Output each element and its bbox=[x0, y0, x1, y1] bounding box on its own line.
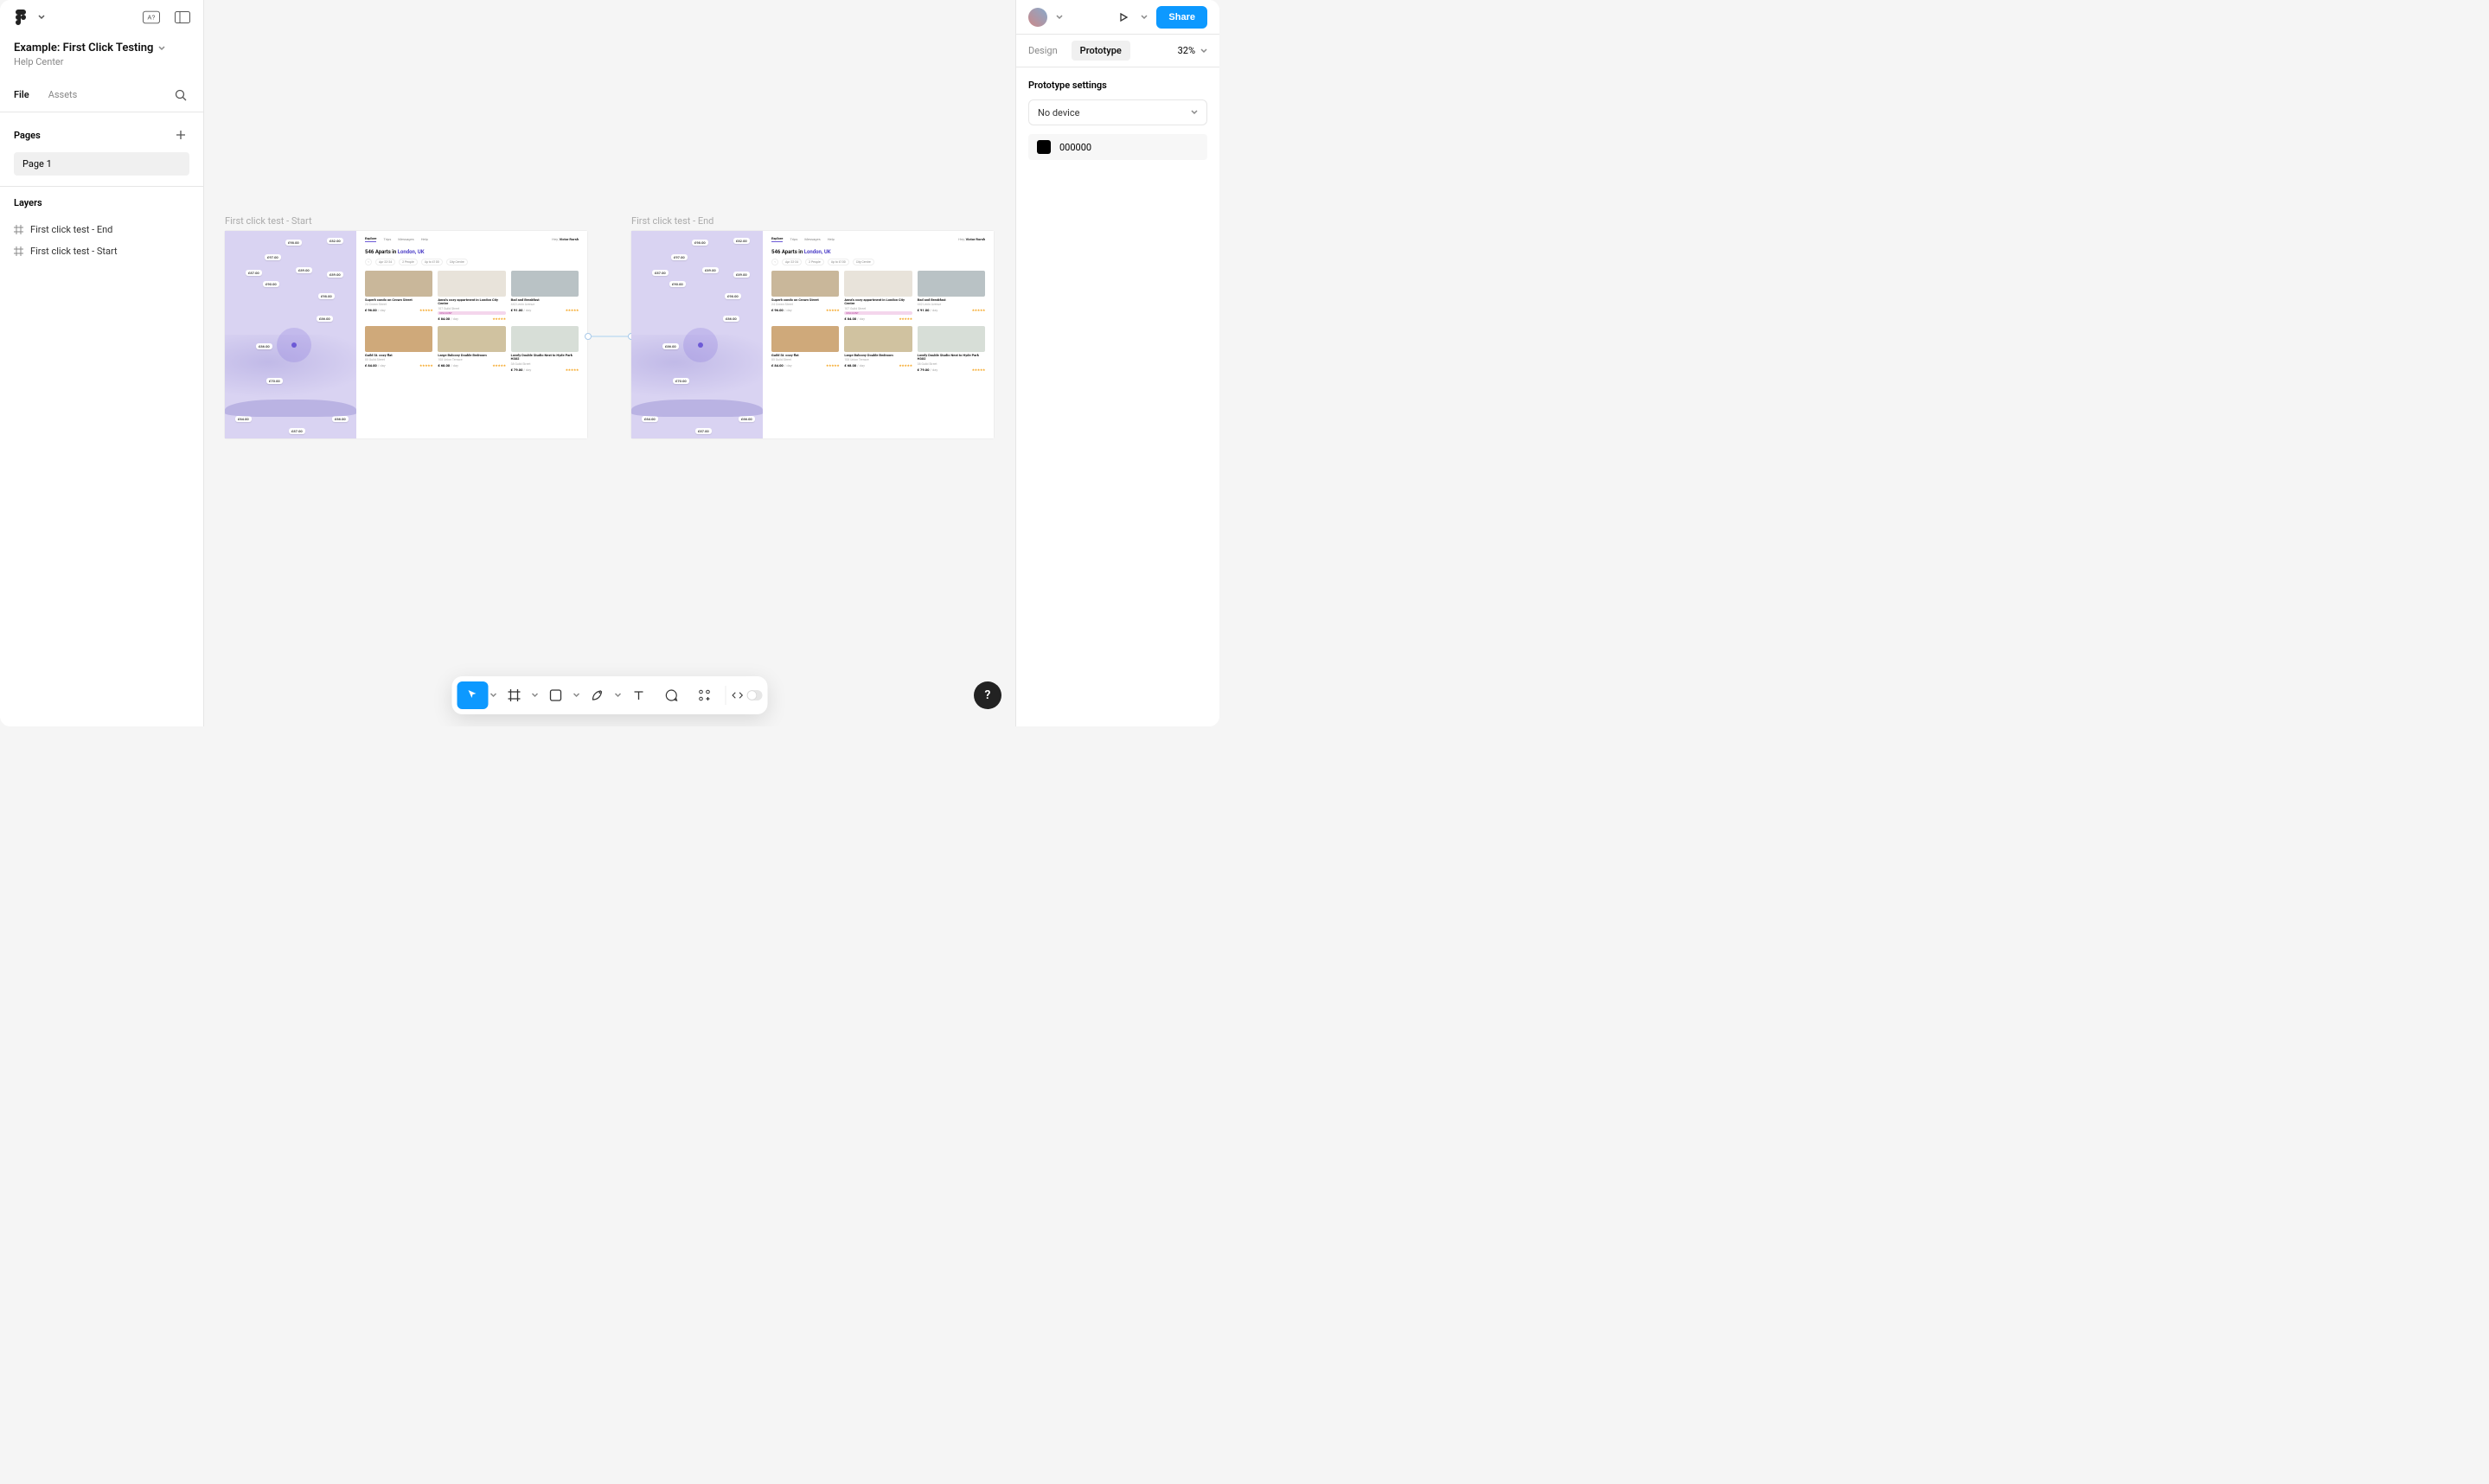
pen-tool-caret-icon[interactable] bbox=[615, 692, 622, 699]
user-avatar-icon[interactable] bbox=[1028, 8, 1047, 27]
add-page-icon[interactable] bbox=[172, 126, 189, 144]
prototype-settings-heading: Prototype settings bbox=[1016, 67, 1219, 99]
device-select[interactable]: No device bbox=[1028, 99, 1207, 125]
color-swatch-icon bbox=[1037, 140, 1051, 154]
booking-ui: £98.00£97.00£87.00£89.00£90.00£89.00£98.… bbox=[225, 231, 587, 438]
frame-label[interactable]: First click test - End bbox=[631, 215, 713, 227]
tab-assets[interactable]: Assets bbox=[48, 89, 78, 100]
file-subtitle[interactable]: Help Center bbox=[0, 56, 203, 78]
frame-tool[interactable] bbox=[499, 681, 530, 709]
layer-label: First click test - Start bbox=[30, 246, 118, 257]
frame-tool-caret-icon[interactable] bbox=[532, 692, 539, 699]
shape-tool[interactable] bbox=[541, 681, 572, 709]
booking-ui: £98.00£97.00£87.00£89.00£90.00£89.00£98.… bbox=[631, 231, 994, 438]
svg-text:A?: A? bbox=[148, 14, 156, 22]
left-panel: A? Example: First Click Testing Help Cen… bbox=[0, 0, 204, 726]
frame-start[interactable]: First click test - Start £98.00£97.00£87… bbox=[225, 231, 587, 438]
file-title-caret-icon[interactable] bbox=[158, 45, 165, 52]
actions-tool[interactable] bbox=[689, 681, 720, 709]
avatar-caret-icon[interactable] bbox=[1056, 14, 1063, 21]
tab-prototype[interactable]: Prototype bbox=[1072, 41, 1130, 61]
present-caret-icon[interactable] bbox=[1141, 14, 1148, 21]
zoom-caret-icon[interactable] bbox=[1200, 48, 1207, 54]
frame-icon bbox=[14, 246, 23, 256]
move-tool-caret-icon[interactable] bbox=[490, 692, 497, 699]
dev-mode-toggle[interactable] bbox=[732, 681, 763, 709]
shape-tool-caret-icon[interactable] bbox=[573, 692, 580, 699]
tab-design[interactable]: Design bbox=[1028, 45, 1058, 56]
comment-tool[interactable] bbox=[656, 681, 688, 709]
file-title[interactable]: Example: First Click Testing bbox=[14, 42, 153, 54]
layers-heading: Layers bbox=[14, 197, 189, 219]
device-value: No device bbox=[1038, 107, 1079, 118]
right-panel: Share Design Prototype 32% Prototype set… bbox=[1015, 0, 1219, 726]
ai-icon[interactable]: A? bbox=[143, 9, 160, 26]
background-color-field[interactable]: 000000 bbox=[1028, 134, 1207, 160]
search-icon[interactable] bbox=[172, 86, 189, 104]
figma-logo-icon[interactable] bbox=[12, 9, 29, 26]
main-menu-caret-icon[interactable] bbox=[33, 9, 50, 26]
text-tool[interactable] bbox=[624, 681, 655, 709]
sidebar-toggle-icon[interactable] bbox=[174, 9, 191, 26]
frame-end[interactable]: First click test - End £98.00£97.00£87.0… bbox=[631, 231, 994, 438]
pages-heading[interactable]: Pages bbox=[14, 130, 41, 141]
layer-label: First click test - End bbox=[30, 224, 112, 235]
layer-row[interactable]: First click test - End bbox=[14, 219, 189, 240]
pen-tool[interactable] bbox=[582, 681, 613, 709]
help-button[interactable]: ? bbox=[974, 681, 1001, 709]
move-tool[interactable] bbox=[457, 681, 489, 709]
zoom-level[interactable]: 32% bbox=[1178, 45, 1195, 56]
layer-row[interactable]: First click test - Start bbox=[14, 240, 189, 262]
tab-file[interactable]: File bbox=[14, 89, 29, 100]
prototype-connection[interactable] bbox=[585, 333, 635, 340]
frame-icon bbox=[14, 225, 23, 234]
present-icon[interactable] bbox=[1115, 9, 1132, 26]
color-hex: 000000 bbox=[1059, 142, 1091, 153]
toolbar bbox=[452, 676, 768, 714]
frame-label[interactable]: First click test - Start bbox=[225, 215, 312, 227]
canvas[interactable]: First click test - Start £98.00£97.00£87… bbox=[204, 0, 1015, 726]
page-item[interactable]: Page 1 bbox=[14, 152, 189, 176]
share-button[interactable]: Share bbox=[1156, 6, 1207, 29]
chevron-down-icon bbox=[1191, 109, 1198, 116]
